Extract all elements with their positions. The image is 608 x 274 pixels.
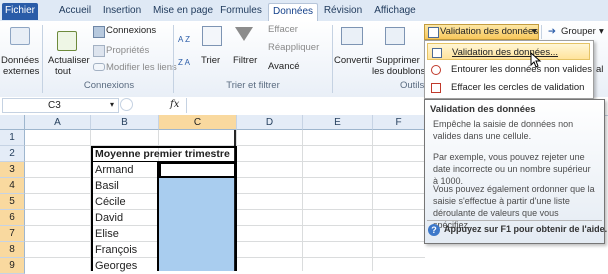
tooltip-divider <box>427 220 602 221</box>
row-header-3[interactable]: 3 <box>0 162 25 178</box>
ungroup-label-truncated: al <box>596 64 604 75</box>
tab-accueil[interactable]: Accueil <box>52 3 98 20</box>
refresh-all-label-2[interactable]: tout <box>55 66 71 77</box>
tooltip-paragraph-2: Par exemple, vous pouvez rejeter une dat… <box>433 152 591 186</box>
tooltip-title: Validation des données <box>430 104 536 115</box>
name-box-value: C3 <box>48 100 61 111</box>
connections-icon <box>93 26 105 38</box>
column-header-c[interactable]: C <box>159 115 237 130</box>
cell-b4[interactable]: Basil <box>95 178 119 194</box>
column-header-b[interactable]: B <box>91 115 159 130</box>
menu-item-label: Entourer les données non valides <box>451 64 593 75</box>
external-data-label-1[interactable]: Données <box>1 55 39 66</box>
chevron-down-icon[interactable]: ▾ <box>532 26 537 37</box>
filter-button[interactable]: Filtrer <box>233 55 257 66</box>
row-header-9[interactable]: 9 <box>0 258 25 274</box>
cell-b3[interactable]: Armand <box>95 162 134 178</box>
grid-vline <box>372 130 373 271</box>
sort-za-icon[interactable]: Z A <box>178 58 190 67</box>
data-validation-icon <box>428 27 439 38</box>
cell-b8[interactable]: François <box>95 242 137 258</box>
clear-circles-icon <box>431 83 441 93</box>
remove-duplicates-label-1[interactable]: Supprimer <box>376 55 420 66</box>
row-header-1[interactable]: 1 <box>0 130 25 146</box>
help-icon: ? <box>428 224 440 236</box>
edit-links-icon <box>93 63 105 71</box>
ribbon-tab-bar: Fichier Accueil Insertion Mise en page F… <box>0 0 608 22</box>
ribbon-separator <box>173 25 174 93</box>
menu-item-clear-circles[interactable]: Effacer les cercles de validation <box>427 79 590 96</box>
connections-button[interactable]: Connexions <box>106 25 156 36</box>
tab-affichage[interactable]: Affichage <box>370 3 420 20</box>
text-to-columns-icon <box>341 27 363 45</box>
refresh-all-label-1[interactable]: Actualiser <box>48 55 90 66</box>
cell-b6[interactable]: David <box>95 210 123 226</box>
tooltip-paragraph-1: Empêche la saisie de données non valides… <box>433 119 574 141</box>
grid-vline <box>302 130 303 271</box>
table-column-divider <box>157 161 159 271</box>
cell-b5[interactable]: Cécile <box>95 194 126 210</box>
row-header-4[interactable]: 4 <box>0 178 25 194</box>
column-header-a[interactable]: A <box>25 115 91 130</box>
data-validation-icon <box>432 48 442 58</box>
row-header-8[interactable]: 8 <box>0 242 25 258</box>
group-arrow-icon: ➔ <box>548 26 556 37</box>
fx-icon[interactable]: fx <box>170 99 179 110</box>
external-data-label-2[interactable]: externes <box>3 66 39 77</box>
tab-fichier[interactable]: Fichier <box>2 3 38 20</box>
tab-revision[interactable]: Révision <box>320 3 366 20</box>
row-header-7[interactable]: 7 <box>0 226 25 242</box>
sort-az-icon[interactable]: A Z <box>178 35 190 44</box>
sort-button[interactable]: Trier <box>201 55 220 66</box>
row-header-6[interactable]: 6 <box>0 210 25 226</box>
group-dropdown-icon[interactable]: ▾ <box>599 26 604 37</box>
edit-links-button[interactable]: Modifier les liens <box>106 62 177 73</box>
tab-mise-en-page[interactable]: Mise en page <box>150 3 216 20</box>
reapply-button[interactable]: Réappliquer <box>268 42 319 53</box>
select-all-corner[interactable] <box>0 115 25 130</box>
group-label-outils: Outils <box>400 80 425 91</box>
column-header-e[interactable]: E <box>303 115 373 130</box>
menu-item-label: Validation des données... <box>452 47 558 58</box>
menu-item-circle-invalid[interactable]: Entourer les données non valides <box>427 61 593 78</box>
data-validation-menu: Validation des données... Entourer les d… <box>424 40 594 99</box>
cell-b9[interactable]: Georges <box>95 258 137 274</box>
ribbon-separator <box>332 25 333 93</box>
group-label-connexions: Connexions <box>83 80 135 91</box>
group-label-trier: Trier et filtrer <box>226 80 280 91</box>
advanced-filter-button[interactable]: Avancé <box>268 61 300 72</box>
tab-donnees[interactable]: Données <box>268 3 318 21</box>
filter-icon <box>235 27 253 41</box>
ribbon-separator <box>541 25 542 39</box>
formula-bar-resize-icon[interactable] <box>120 98 133 111</box>
tooltip-help-text: Appuyez sur F1 pour obtenir de l'aide. <box>444 224 608 234</box>
data-validation-button-label[interactable]: Validation des données <box>440 26 538 37</box>
refresh-icon <box>57 31 77 51</box>
column-header-d[interactable]: D <box>237 115 303 130</box>
circle-invalid-icon <box>431 65 441 75</box>
remove-duplicates-icon <box>385 27 405 45</box>
cell-b7[interactable]: Elise <box>95 226 119 242</box>
mouse-cursor-icon <box>530 52 542 68</box>
ribbon-separator <box>42 25 43 93</box>
group-button[interactable]: Grouper <box>561 26 596 37</box>
validation-tooltip: Validation des données Empêche la saisie… <box>424 99 608 244</box>
row-header-2[interactable]: 2 <box>0 146 25 162</box>
menu-item-label: Effacer les cercles de validation <box>451 82 585 93</box>
remove-duplicates-label-2[interactable]: les doublons <box>372 66 425 77</box>
clear-filter-button[interactable]: Effacer <box>268 24 298 35</box>
cell-b2[interactable]: Moyenne premier trimestre <box>95 146 230 162</box>
tab-insertion[interactable]: Insertion <box>100 3 144 20</box>
properties-icon <box>93 45 105 57</box>
column-header-f[interactable]: F <box>373 115 425 130</box>
name-box-dropdown-icon[interactable]: ▾ <box>110 100 114 109</box>
text-to-columns-button[interactable]: Convertir <box>334 55 373 66</box>
menu-item-data-validation[interactable]: Validation des données... <box>427 43 590 60</box>
properties-button[interactable]: Propriétés <box>106 45 149 56</box>
external-data-icon <box>10 27 30 45</box>
sort-dialog-icon <box>202 26 222 46</box>
tab-formules[interactable]: Formules <box>218 3 264 20</box>
row-header-5[interactable]: 5 <box>0 194 25 210</box>
formula-input[interactable] <box>186 98 423 113</box>
